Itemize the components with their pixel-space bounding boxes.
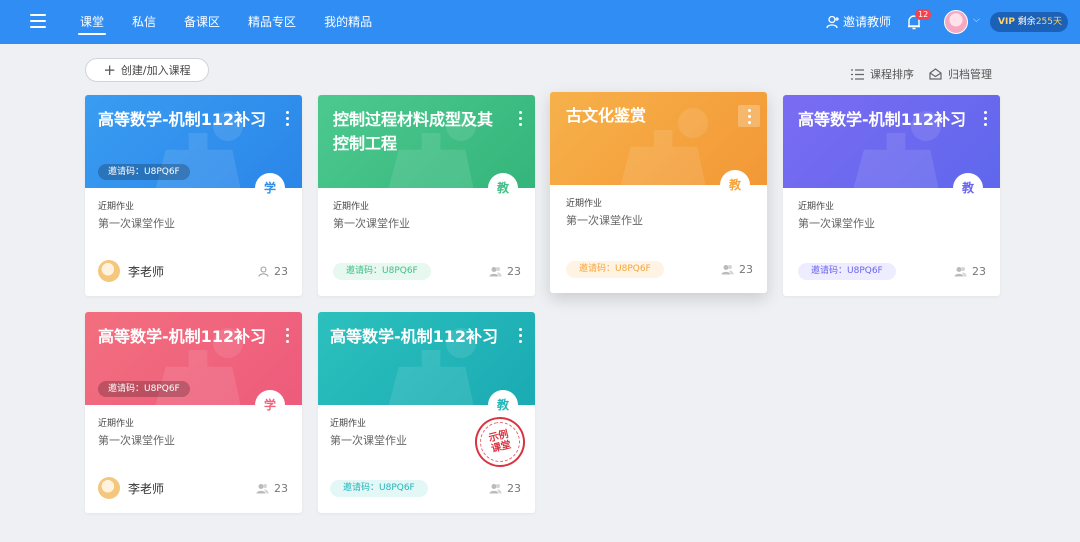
homework-link[interactable]: 第一次课堂作业 (98, 215, 175, 231)
invite-teacher-button[interactable]: 邀请教师 (826, 0, 891, 44)
course-sort-button[interactable]: 课程排序 (851, 66, 914, 82)
vip-tag: VIP (998, 17, 1015, 27)
recent-homework-label: 近期作业 (333, 202, 370, 212)
nav-item-lesson-prep[interactable]: 备课区 (170, 0, 234, 44)
people-icon (489, 484, 502, 494)
member-count-value: 23 (507, 265, 521, 278)
create-join-course-label: 创建/加入课程 (120, 64, 191, 77)
nav-item-my-premium[interactable]: 我的精品 (310, 0, 386, 44)
teacher-name: 李老师 (128, 264, 165, 279)
course-title: 控制过程材料成型及其控制工程 (333, 110, 494, 153)
member-count-value: 23 (274, 265, 288, 278)
teacher-info: 李老师 (98, 477, 164, 499)
main-nav: 课堂 私信 备课区 精品专区 我的精品 (66, 0, 386, 44)
person-outline-icon (258, 266, 269, 277)
nav-item-messages[interactable]: 私信 (118, 0, 170, 44)
recent-homework-label: 近期作业 (798, 202, 835, 212)
member-count: 23 (489, 265, 521, 278)
chevron-down-icon[interactable]: ⌵ (973, 15, 980, 25)
role-badge: 教 (720, 170, 750, 200)
recent-homework-label: 近期作业 (330, 419, 367, 429)
course-card[interactable]: 高等数学-机制112补习 邀请码：U8PQ6F 学 近期作业 第一次课堂作业 李… (85, 312, 302, 513)
vip-badge[interactable]: VIP 剩余255天 (990, 12, 1068, 32)
list-icon (851, 68, 864, 80)
course-card[interactable]: 高等数学-机制112补习 邀请码：U8PQ6F 学 近期作业 第一次课堂作业 李… (85, 95, 302, 296)
course-sort-label: 课程排序 (870, 68, 914, 81)
archive-management-button[interactable]: 归档管理 (929, 66, 992, 82)
user-avatar[interactable] (944, 10, 968, 34)
role-badge: 教 (488, 390, 518, 420)
homework-link[interactable]: 第一次课堂作业 (98, 432, 175, 448)
role-badge: 学 (255, 173, 285, 203)
plus-icon: + (103, 60, 116, 79)
add-user-icon (826, 15, 839, 29)
teacher-info: 李老师 (98, 260, 164, 282)
more-options-icon[interactable] (518, 328, 522, 344)
role-badge: 学 (255, 390, 285, 420)
top-bar: 课堂 私信 备课区 精品专区 我的精品 邀请教师 12 ⌵ VIP 剩余255天 (0, 0, 1080, 44)
archive-management-label: 归档管理 (948, 68, 992, 81)
role-badge: 教 (953, 173, 983, 203)
teacher-name: 李老师 (128, 481, 165, 496)
recent-homework-label: 近期作业 (566, 199, 603, 209)
avatar (98, 477, 120, 499)
stamp-text: 示例课堂 (487, 428, 513, 456)
course-card[interactable]: 高等数学-机制112补习 教 近期作业 第一次课堂作业 邀请码：U8PQ6F 2… (783, 95, 1000, 296)
invite-code-badge: 邀请码：U8PQ6F (798, 263, 896, 280)
course-title: 高等数学-机制112补习 (98, 110, 267, 129)
more-options-icon[interactable] (285, 111, 289, 127)
vip-remaining-days: 255天 (1035, 17, 1062, 27)
nav-item-classroom[interactable]: 课堂 (66, 0, 118, 44)
invite-code-badge: 邀请码：U8PQ6F (98, 164, 190, 180)
course-card[interactable]: 控制过程材料成型及其控制工程 教 近期作业 第一次课堂作业 邀请码：U8PQ6F… (318, 95, 535, 296)
invite-code-badge: 邀请码：U8PQ6F (330, 480, 428, 497)
homework-link[interactable]: 第一次课堂作业 (566, 212, 643, 228)
member-count: 23 (256, 482, 288, 495)
member-count: 23 (721, 263, 753, 276)
avatar (98, 260, 120, 282)
homework-link[interactable]: 第一次课堂作业 (798, 215, 875, 231)
course-title: 高等数学-机制112补习 (330, 327, 499, 346)
member-count-value: 23 (739, 263, 753, 276)
homework-link[interactable]: 第一次课堂作业 (330, 432, 407, 448)
role-badge: 教 (488, 173, 518, 203)
more-options-icon[interactable] (518, 111, 522, 127)
member-count-value: 23 (274, 482, 288, 495)
course-title: 古文化鉴赏 (566, 106, 647, 125)
invite-code-badge: 邀请码：U8PQ6F (333, 263, 431, 280)
course-card[interactable]: 古文化鉴赏 教 近期作业 第一次课堂作业 邀请码：U8PQ6F 23 (550, 92, 767, 293)
course-card[interactable]: 高等数学-机制112补习 教 近期作业 第一次课堂作业 示例课堂 邀请码：U8P… (318, 312, 535, 513)
homework-link[interactable]: 第一次课堂作业 (333, 215, 410, 231)
vip-remaining-prefix: 剩余 (1017, 17, 1036, 27)
more-options-icon[interactable] (983, 111, 987, 127)
invite-code-badge: 邀请码：U8PQ6F (98, 381, 190, 397)
invite-code-badge: 邀请码：U8PQ6F (566, 261, 664, 278)
recent-homework-label: 近期作业 (98, 419, 135, 429)
member-count: 23 (489, 482, 521, 495)
more-options-icon[interactable] (285, 328, 289, 344)
member-count-value: 23 (507, 482, 521, 495)
people-icon (721, 265, 734, 275)
people-icon (954, 267, 967, 277)
menu-icon[interactable] (30, 14, 46, 28)
sample-classroom-stamp: 示例课堂 (469, 411, 531, 473)
member-count-value: 23 (972, 265, 986, 278)
invite-teacher-label: 邀请教师 (843, 15, 892, 29)
member-count: 23 (258, 265, 288, 278)
member-count: 23 (954, 265, 986, 278)
people-icon (489, 267, 502, 277)
course-title: 高等数学-机制112补习 (98, 327, 267, 346)
recent-homework-label: 近期作业 (98, 202, 135, 212)
course-title: 高等数学-机制112补习 (798, 110, 967, 129)
more-options-button[interactable] (738, 105, 760, 127)
create-join-course-button[interactable]: + 创建/加入课程 (85, 58, 209, 82)
archive-icon (929, 68, 942, 80)
more-options-icon (747, 109, 751, 125)
notification-badge: 12 (915, 9, 932, 20)
people-icon (256, 484, 269, 494)
nav-item-premium[interactable]: 精品专区 (234, 0, 310, 44)
